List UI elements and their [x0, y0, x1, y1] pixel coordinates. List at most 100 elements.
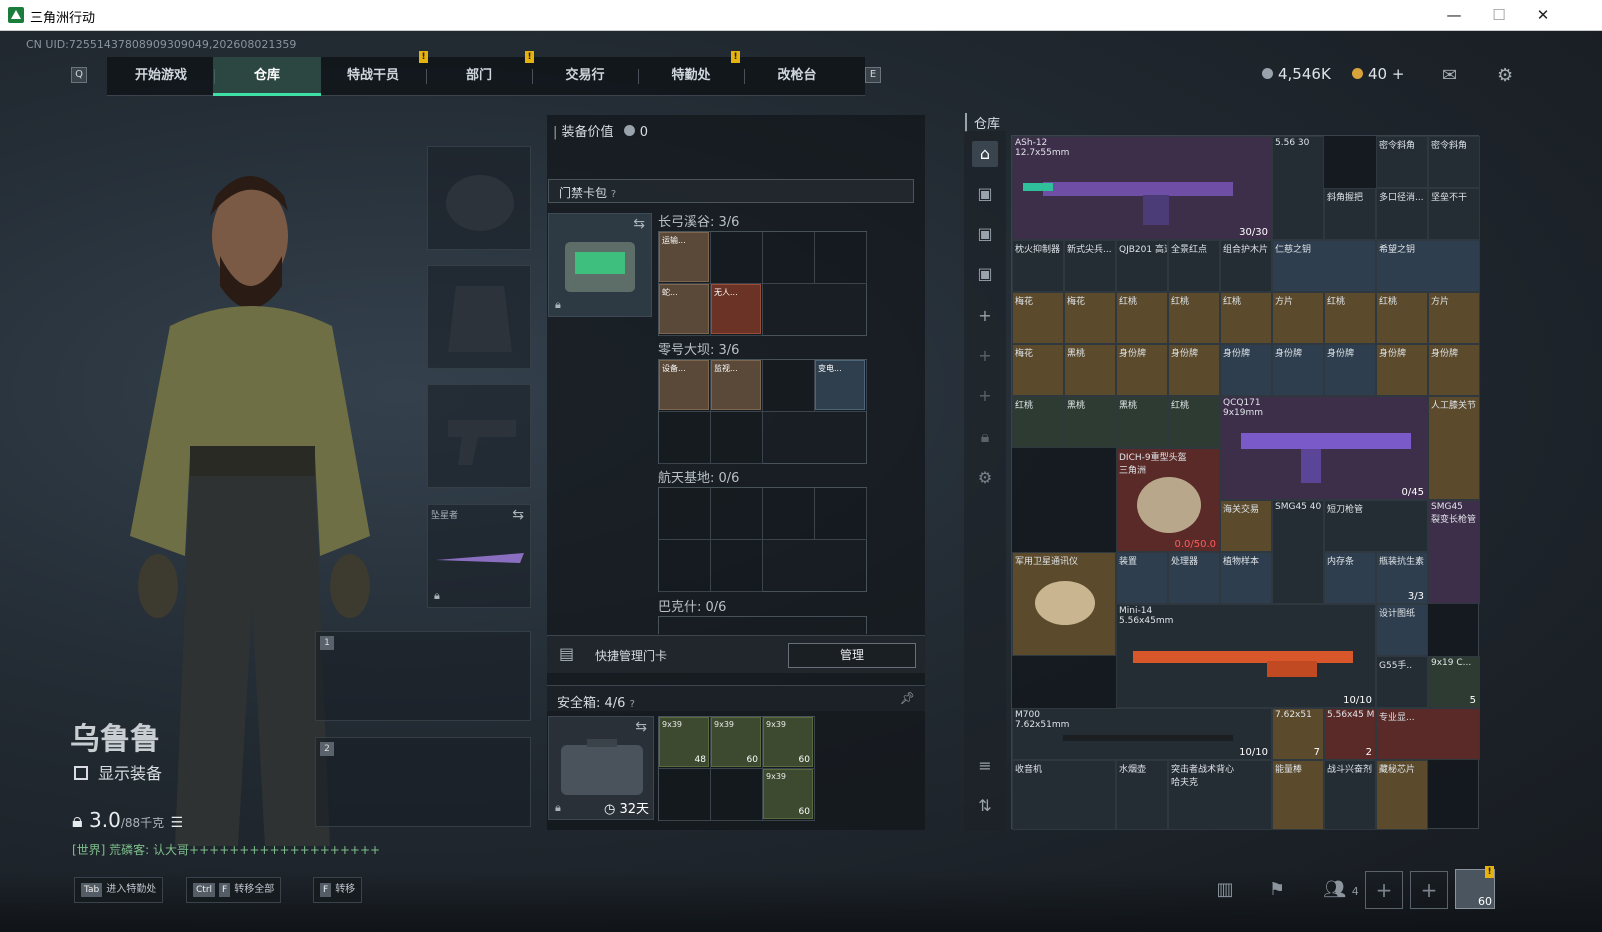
- stash-item[interactable]: 军用卫星通讯仪: [1012, 552, 1116, 656]
- ammo-item[interactable]: 9x39 48: [659, 717, 709, 767]
- stash-item[interactable]: 身份牌: [1116, 344, 1168, 396]
- help-icon[interactable]: ?: [611, 189, 616, 200]
- stash-item[interactable]: ASh-12 12.7x55mm 30/30: [1012, 136, 1272, 240]
- stash-item[interactable]: 红桃: [1168, 396, 1220, 448]
- stash-item[interactable]: 红桃: [1116, 292, 1168, 344]
- pistol-slot[interactable]: [427, 384, 531, 488]
- card-cell[interactable]: 蛇...: [659, 284, 711, 336]
- stash-item[interactable]: 方片: [1428, 292, 1480, 344]
- ammo-item[interactable]: 9x39 60: [763, 769, 813, 819]
- keycard[interactable]: 蛇...: [659, 284, 709, 334]
- stash-item[interactable]: 人工膝关节: [1428, 396, 1480, 500]
- flag-icon[interactable]: ⚑: [1260, 875, 1294, 905]
- prev-tab-key[interactable]: Q: [71, 67, 87, 83]
- transfer-hotkey[interactable]: F 转移: [313, 877, 363, 903]
- tab-trading[interactable]: 交易行: [531, 57, 639, 96]
- transfer-all-hotkey[interactable]: Ctrl F 转移全部: [186, 877, 282, 903]
- stash-item[interactable]: 收音机: [1012, 760, 1116, 830]
- stash-item[interactable]: 5.56 30: [1272, 136, 1324, 240]
- keycard[interactable]: 监视...: [711, 360, 761, 410]
- stash-item[interactable]: 突击者战术背心 哈夫克: [1168, 760, 1272, 830]
- stash-item[interactable]: 梅花: [1064, 292, 1116, 344]
- ammo-item[interactable]: 9x39 60: [763, 717, 813, 767]
- stash-item[interactable]: 藏秘芯片: [1376, 760, 1428, 830]
- helmet-slot[interactable]: [427, 146, 531, 250]
- stash-page-2-icon[interactable]: ▣: [972, 181, 998, 207]
- add-page-icon[interactable]: +: [972, 303, 998, 329]
- avatar[interactable]: ! 60: [1455, 866, 1495, 909]
- safebox-item[interactable]: ⇆ 🔒︎ ◷ 32天: [548, 716, 654, 820]
- stash-item[interactable]: 瓶装抗生素 3/3: [1376, 552, 1428, 604]
- stash-item[interactable]: Mini-14 5.56x45mm 10/10: [1116, 604, 1376, 708]
- stash-item[interactable]: 设计图纸: [1376, 604, 1428, 656]
- card-cell[interactable]: 变电...: [815, 360, 867, 412]
- stash-item[interactable]: 梅花: [1012, 344, 1064, 396]
- stash-item[interactable]: 植物样本: [1220, 552, 1272, 604]
- tab-start-game[interactable]: 开始游戏: [107, 57, 215, 96]
- stash-item[interactable]: 9x19 C... 5: [1428, 656, 1480, 708]
- stats-chart-icon[interactable]: ▥: [1208, 875, 1242, 905]
- chat-message[interactable]: [世界] 荒磷客: 认大哥+++++++++++++++++++: [72, 841, 380, 858]
- layers-icon[interactable]: ≡: [972, 753, 998, 779]
- stash-item[interactable]: 红桃: [1012, 396, 1064, 448]
- stash-item[interactable]: 红桃: [1168, 292, 1220, 344]
- stash-item[interactable]: 短刀枪管: [1324, 500, 1428, 552]
- keycard[interactable]: 设备...: [659, 360, 709, 410]
- card-cell[interactable]: [763, 360, 815, 412]
- manage-button[interactable]: 管理: [788, 643, 916, 668]
- add-page-icon[interactable]: +: [972, 383, 998, 409]
- stash-item[interactable]: 密令斜角: [1428, 136, 1480, 188]
- stash-item[interactable]: 5.56x45 M855 2: [1324, 708, 1376, 760]
- stash-item[interactable]: 处理器: [1168, 552, 1220, 604]
- list-icon[interactable]: ☰: [171, 815, 184, 831]
- card-cell[interactable]: [711, 488, 763, 540]
- melee-slot[interactable]: 坠星者 ⇆ 🔒︎: [427, 504, 531, 608]
- stash-item[interactable]: 内存条: [1324, 552, 1376, 604]
- tab-special-ops[interactable]: 特勤处!: [637, 51, 745, 96]
- checkbox-icon[interactable]: [74, 766, 88, 780]
- tab-department[interactable]: 部门!: [425, 51, 534, 96]
- stash-item[interactable]: 身份牌: [1428, 344, 1480, 396]
- ammo-cell[interactable]: [711, 769, 763, 821]
- stash-item[interactable]: 仁慈之钥: [1272, 240, 1376, 292]
- ammo-cell[interactable]: 9x39 60: [763, 769, 815, 821]
- stash-item[interactable]: 黑桃: [1064, 344, 1116, 396]
- ammo-cell[interactable]: 9x39 60: [711, 717, 763, 769]
- card-cell[interactable]: [711, 412, 763, 464]
- stash-item[interactable]: 海关交易: [1220, 500, 1272, 552]
- stash-page-3-icon[interactable]: ▣: [972, 221, 998, 247]
- pin-icon[interactable]: 📌︎: [900, 691, 915, 705]
- stash-item[interactable]: 希望之钥: [1376, 240, 1480, 292]
- stash-item[interactable]: QJB201 高速...: [1116, 240, 1168, 292]
- stash-item[interactable]: 红桃: [1376, 292, 1428, 344]
- primary-weapon-slot-1[interactable]: 1: [315, 631, 531, 721]
- stash-item[interactable]: 装置: [1116, 552, 1168, 604]
- card-cell[interactable]: 无人...: [711, 284, 763, 336]
- stash-item[interactable]: 身份牌: [1272, 344, 1324, 396]
- swap-icon[interactable]: ⇆: [633, 216, 645, 232]
- lock-icon[interactable]: 🔒︎: [972, 424, 998, 450]
- card-cell[interactable]: [763, 488, 815, 540]
- stash-item[interactable]: DICH-9重型头盔 三角洲 0.0/50.0: [1116, 448, 1220, 552]
- sort-icon[interactable]: ⇅: [972, 793, 998, 819]
- show-equipment-toggle[interactable]: 显示装备: [74, 760, 162, 784]
- stash-item[interactable]: 斜角握把: [1324, 188, 1376, 240]
- stash-item[interactable]: 能量棒: [1272, 760, 1324, 830]
- stash-item[interactable]: 专业显...: [1376, 708, 1480, 760]
- gear-icon[interactable]: ⚙: [1497, 65, 1513, 86]
- card-cell[interactable]: 监视...: [711, 360, 763, 412]
- card-cell[interactable]: [711, 540, 763, 592]
- keycard[interactable]: 变电...: [815, 360, 865, 410]
- stash-item[interactable]: SMG45 裂变长枪管: [1428, 500, 1480, 604]
- armor-slot[interactable]: [427, 265, 531, 369]
- gear-icon[interactable]: ⚙: [972, 465, 998, 491]
- card-cell[interactable]: [659, 488, 711, 540]
- card-cell[interactable]: [711, 232, 763, 284]
- card-cell[interactable]: [659, 412, 711, 464]
- keycard[interactable]: 无人...: [711, 284, 761, 334]
- stash-item[interactable]: 坚垒不干: [1428, 188, 1480, 240]
- card-cell[interactable]: [815, 232, 867, 284]
- ammo-cell[interactable]: 9x39 60: [763, 717, 815, 769]
- swap-icon[interactable]: ⇆: [512, 507, 524, 523]
- stash-item[interactable]: SMG45 40: [1272, 500, 1324, 604]
